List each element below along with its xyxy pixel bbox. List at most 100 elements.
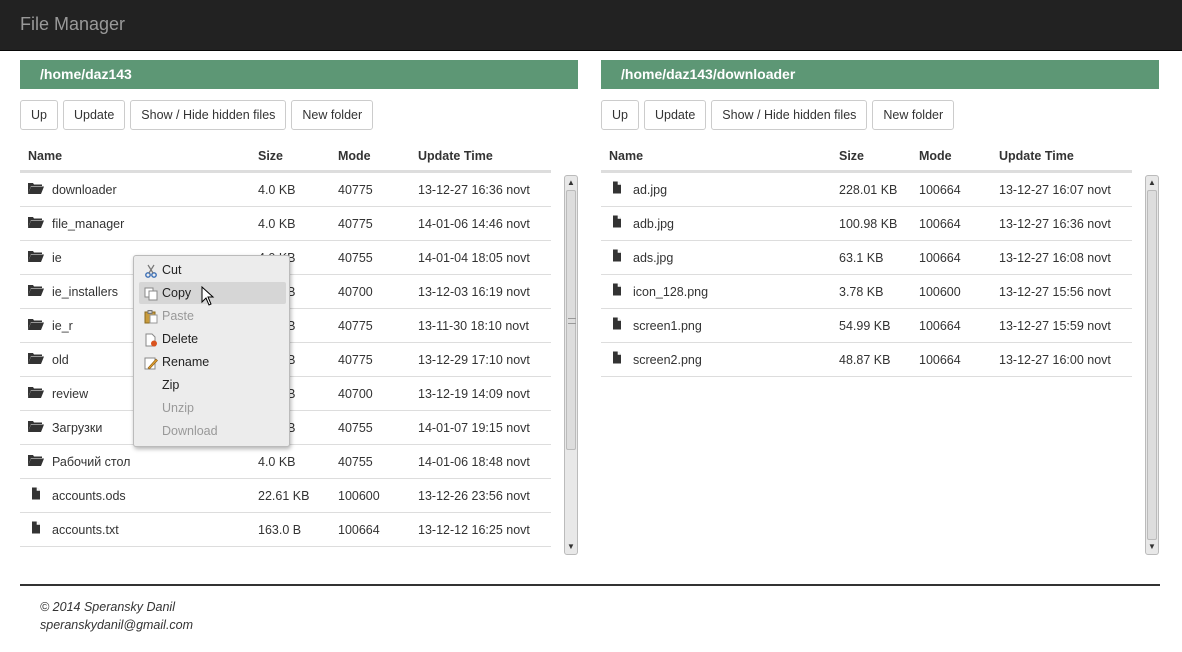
- file-size: 4.0 KB: [258, 455, 296, 469]
- left-up-button[interactable]: Up: [20, 100, 58, 130]
- file-name: downloader: [52, 183, 117, 197]
- folder-icon: [28, 309, 44, 330]
- table-row[interactable]: accounts.txt 163.0 B 100664 13-12-12 16:25 …: [20, 513, 551, 547]
- right-toggle-hidden-button[interactable]: Show / Hide hidden files: [711, 100, 868, 130]
- table-row[interactable]: ad.jpg 228.01 KB 100664 13-12-27 16:07 novt: [601, 173, 1132, 207]
- scroll-up-arrow-icon[interactable]: ▲: [566, 178, 576, 188]
- header-update-time[interactable]: Update Time: [418, 141, 493, 171]
- context-menu-label: Download: [162, 424, 218, 438]
- table-row[interactable]: adb.jpg 100.98 KB 100664 13-12-27 16:36 nov…: [601, 207, 1132, 241]
- header-update-time[interactable]: Update Time: [999, 141, 1074, 171]
- context-menu-item-rename[interactable]: Rename: [139, 351, 286, 373]
- scrollbar-thumb[interactable]: [1147, 190, 1157, 540]
- table-row[interactable]: icon_128.png 3.78 KB 100600 13-12-27 15:56 …: [601, 275, 1132, 309]
- table-row[interactable]: accounts.ods 22.61 KB 100600 13-12-26 23:56…: [20, 479, 551, 513]
- header-size[interactable]: Size: [258, 141, 283, 171]
- folder-icon: [28, 207, 44, 228]
- left-path-bar: /home/daz143: [20, 60, 578, 89]
- context-menu-item-zip[interactable]: Zip: [139, 374, 286, 396]
- context-menu-label: Cut: [162, 263, 182, 277]
- copy-icon: [144, 286, 158, 301]
- context-menu-label: Paste: [162, 309, 194, 323]
- file-name: icon_128.png: [633, 285, 709, 299]
- scroll-down-arrow-icon[interactable]: ▼: [1147, 542, 1157, 552]
- right-up-button[interactable]: Up: [601, 100, 639, 130]
- right-table-body: ad.jpg 228.01 KB 100664 13-12-27 16:07 novt…: [601, 173, 1132, 377]
- right-new-folder-button[interactable]: New folder: [872, 100, 955, 130]
- file-update-time: 13-12-19 14:09 novt: [418, 387, 530, 401]
- table-row[interactable]: downloader 4.0 KB 40775 13-12-27 16:36 novt: [20, 173, 551, 207]
- file-icon: [609, 207, 625, 228]
- file-size: 3.78 KB: [839, 285, 884, 299]
- grip-icon: [568, 318, 576, 324]
- header-name[interactable]: Name: [28, 141, 62, 171]
- scroll-up-arrow-icon[interactable]: ▲: [1147, 178, 1157, 188]
- right-scrollbar[interactable]: ▲ ▼: [1145, 175, 1159, 555]
- file-name: screen2.png: [633, 353, 702, 367]
- header-size[interactable]: Size: [839, 141, 864, 171]
- right-toolbar: Up Update Show / Hide hidden files New f…: [601, 100, 955, 130]
- file-update-time: 14-01-06 18:48 novt: [418, 455, 530, 469]
- file-name: ie_installers: [52, 285, 119, 299]
- context-menu-label: Delete: [162, 332, 199, 346]
- table-row[interactable]: file_manager 4.0 KB 40775 14-01-06 14:46 no…: [20, 207, 551, 241]
- file-name: ad.jpg: [633, 183, 668, 197]
- file-mode: 40755: [338, 421, 373, 435]
- file-mode: 40775: [338, 217, 373, 231]
- left-panel: /home/daz143 Up Update Show / Hide hidde…: [20, 60, 578, 560]
- context-menu-item-download[interactable]: Download: [139, 420, 286, 442]
- footer-email[interactable]: speranskydanil@gmail.com: [40, 616, 193, 634]
- context-menu-item-delete[interactable]: Delete: [139, 328, 286, 350]
- file-update-time: 13-12-27 16:00 novt: [999, 353, 1111, 367]
- file-update-time: 13-12-26 23:56 novt: [418, 489, 530, 503]
- app-title[interactable]: File Manager: [20, 14, 125, 35]
- file-size: 4.0 KB: [258, 217, 296, 231]
- file-size: 63.1 KB: [839, 251, 884, 265]
- left-toggle-hidden-button[interactable]: Show / Hide hidden files: [130, 100, 287, 130]
- footer-divider: [20, 584, 1160, 586]
- file-mode: 40775: [338, 183, 373, 197]
- file-icon: [28, 513, 44, 534]
- delete-icon: [144, 332, 158, 347]
- left-new-folder-button[interactable]: New folder: [291, 100, 374, 130]
- file-update-time: 13-12-27 16:08 novt: [999, 251, 1111, 265]
- file-size: 228.01 KB: [839, 183, 898, 197]
- file-update-time: 13-12-27 16:36 novt: [418, 183, 530, 197]
- header-mode[interactable]: Mode: [338, 141, 371, 171]
- file-name: accounts.txt: [52, 523, 119, 537]
- scroll-down-arrow-icon[interactable]: ▼: [566, 542, 576, 552]
- table-row[interactable]: screen1.png 54.99 KB 100664 13-12-27 15:59 …: [601, 309, 1132, 343]
- file-icon: [609, 241, 625, 262]
- file-mode: 100664: [338, 523, 380, 537]
- file-name: review: [52, 387, 89, 401]
- file-update-time: 13-12-27 16:36 novt: [999, 217, 1111, 231]
- folder-icon: [28, 275, 44, 296]
- header-mode[interactable]: Mode: [919, 141, 952, 171]
- scissors-icon: [144, 263, 158, 278]
- file-mode: 40775: [338, 319, 373, 333]
- file-mode: 40755: [338, 251, 373, 265]
- file-size: 48.87 KB: [839, 353, 891, 367]
- context-menu-item-paste[interactable]: Paste: [139, 305, 286, 327]
- file-mode: 100664: [919, 353, 961, 367]
- file-mode: 40700: [338, 285, 373, 299]
- file-icon: [609, 343, 625, 364]
- right-update-button[interactable]: Update: [643, 100, 707, 130]
- file-mode: 100600: [919, 285, 961, 299]
- context-menu-item-unzip[interactable]: Unzip: [139, 397, 286, 419]
- header-name[interactable]: Name: [609, 141, 643, 171]
- mouse-cursor-icon: [201, 286, 215, 306]
- file-icon: [28, 479, 44, 500]
- file-name: screen1.png: [633, 319, 702, 333]
- context-menu-label: Unzip: [162, 401, 194, 415]
- folder-icon: [28, 241, 44, 262]
- context-menu-item-cut[interactable]: Cut: [139, 259, 286, 281]
- file-update-time: 13-11-30 18:10 novt: [418, 319, 529, 333]
- table-row[interactable]: Рабочий стол 4.0 KB 40755 14-01-06 18:48 no…: [20, 445, 551, 479]
- table-row[interactable]: screen2.png 48.87 KB 100664 13-12-27 16:00 …: [601, 343, 1132, 377]
- left-scrollbar[interactable]: ▲ ▼: [564, 175, 578, 555]
- table-row[interactable]: ads.jpg 63.1 KB 100664 13-12-27 16:08 novt: [601, 241, 1132, 275]
- left-update-button[interactable]: Update: [62, 100, 126, 130]
- file-update-time: 13-12-27 16:07 novt: [999, 183, 1111, 197]
- scrollbar-thumb[interactable]: [566, 190, 576, 450]
